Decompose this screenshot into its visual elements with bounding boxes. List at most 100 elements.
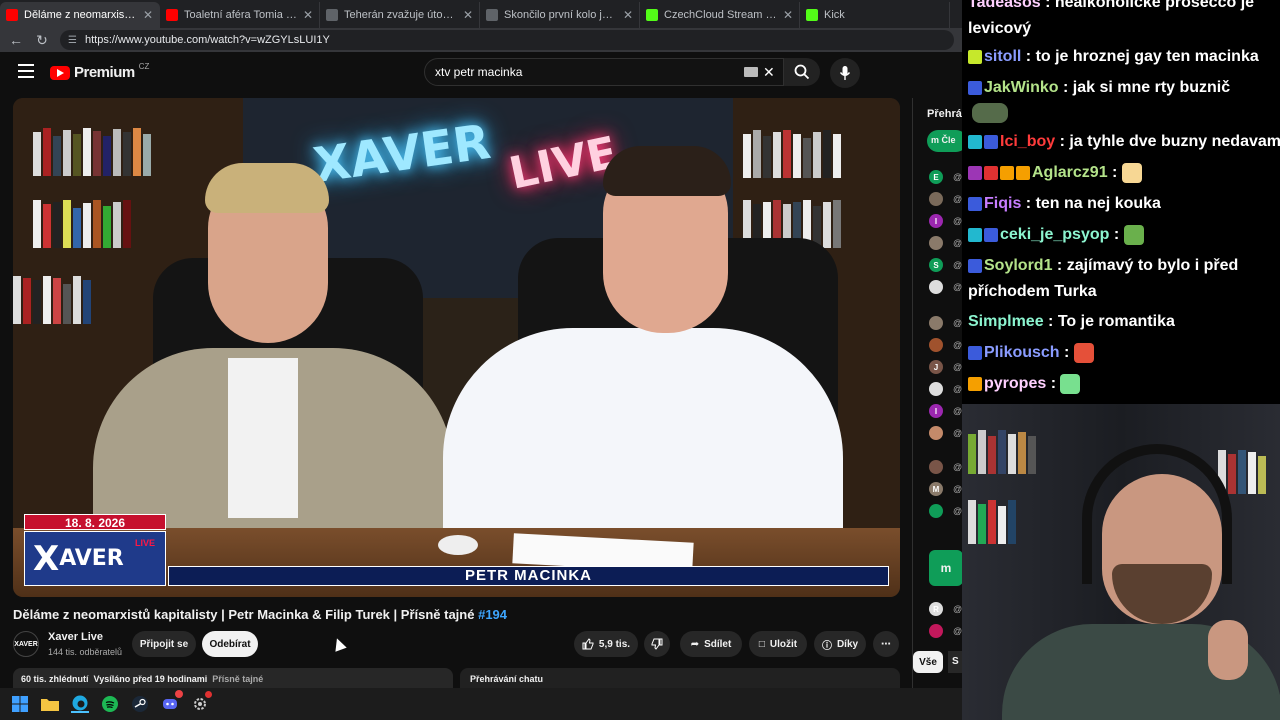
chat-mention-symbol: @: [953, 362, 962, 372]
close-tab-icon[interactable]: ✕: [783, 8, 793, 22]
chat-mention-symbol: @: [953, 282, 962, 292]
chat-user-avatar[interactable]: [929, 236, 943, 250]
description-box[interactable]: 60 tis. zhlédnutí Vysíláno před 19 hodin…: [13, 668, 453, 688]
browser-tab[interactable]: Kick: [800, 2, 950, 28]
reload-icon[interactable]: ↻: [34, 32, 50, 49]
clear-search-icon[interactable]: ✕: [763, 64, 775, 81]
subscribe-button[interactable]: Odebírat: [202, 631, 258, 657]
site-info-icon[interactable]: ☰: [68, 35, 77, 46]
thumbs-down-icon: [651, 638, 663, 650]
chat-user-avatar[interactable]: [929, 316, 943, 330]
chat-user-avatar[interactable]: [929, 624, 943, 638]
chat-username[interactable]: Tadeasos: [968, 0, 1041, 11]
chat-separator: :: [1052, 257, 1067, 274]
filter-all-chip[interactable]: Vše: [913, 651, 943, 673]
filter-chip[interactable]: S: [948, 651, 962, 673]
membership-card[interactable]: m: [929, 550, 962, 586]
chat-mention-symbol: @: [953, 506, 962, 516]
chat-user-avatar[interactable]: R: [929, 602, 943, 616]
region-code: CZ: [138, 62, 150, 71]
chat-username[interactable]: Fiqis: [984, 195, 1021, 212]
browser-tab[interactable]: Teherán zvažuje útoky na vojensk ✕: [320, 2, 480, 28]
chat-username[interactable]: sitoll: [984, 48, 1021, 65]
tab-title: Kick: [824, 9, 845, 21]
chat-user-avatar[interactable]: [929, 426, 943, 440]
close-tab-icon[interactable]: ✕: [303, 8, 313, 22]
more-actions-button[interactable]: ⋯: [873, 631, 899, 657]
browser-tab[interactable]: Děláme z neomarxistů kapitali ✕: [0, 2, 160, 28]
keyboard-icon[interactable]: [744, 67, 758, 77]
chat-username[interactable]: ceki_je_psyop: [1000, 226, 1109, 243]
chat-username[interactable]: Ici_boy: [1000, 133, 1055, 150]
chat-separator: :: [1040, 0, 1055, 11]
members-chip[interactable]: m Čle: [927, 130, 962, 152]
chat-user-avatar[interactable]: J: [929, 360, 943, 374]
video-title-hashtag[interactable]: #194: [478, 607, 507, 622]
chat-user-avatar[interactable]: [929, 192, 943, 206]
video-player[interactable]: XAVER LIVE 18. 8. 2026 X AVER LIVE PETR …: [13, 98, 900, 597]
browser-tab[interactable]: Skončilo první kolo jednání minist ✕: [480, 2, 640, 28]
chat-user-avatar[interactable]: [929, 338, 943, 352]
chat-message: Aglarcz91 :: [968, 160, 1142, 186]
chat-username[interactable]: pyropes: [984, 375, 1046, 392]
chat-emote-icon: [1060, 373, 1081, 394]
chat-user-avatar[interactable]: I: [929, 214, 943, 228]
chat-user-avatar[interactable]: I: [929, 404, 943, 418]
chat-user-avatar[interactable]: [929, 280, 943, 294]
chat-mention-symbol: @: [953, 194, 962, 204]
voice-search-button[interactable]: [830, 58, 860, 88]
spotify-icon[interactable]: [101, 695, 119, 713]
settings-gear-icon[interactable]: [191, 691, 212, 713]
guest-left-hair: [205, 163, 329, 213]
chat-user-avatar[interactable]: [929, 460, 943, 474]
discord-icon[interactable]: [161, 690, 183, 713]
chat-user-avatar[interactable]: E: [929, 170, 943, 184]
chat-username[interactable]: Plikousch: [984, 344, 1060, 361]
windows-start-icon[interactable]: [11, 695, 29, 713]
edge-browser-icon[interactable]: [71, 695, 89, 713]
dislike-button[interactable]: [644, 631, 670, 657]
steam-icon[interactable]: [131, 695, 149, 713]
chat-replay-header[interactable]: Přehrávání chatu: [460, 668, 900, 688]
chat-text: ja tyhle dve buzny nedavam: [1069, 133, 1280, 150]
chat-username[interactable]: Aglarcz91: [1032, 164, 1108, 181]
search-input[interactable]: xtv petr macinka: [424, 58, 784, 86]
thumbs-up-icon: [582, 638, 594, 650]
chat-user-avatar[interactable]: [929, 504, 943, 518]
chat-badge-icon: [984, 165, 998, 180]
chat-username[interactable]: Simplmee: [968, 313, 1044, 330]
thanks-button[interactable]: ⓘ Díky: [814, 631, 866, 657]
like-button[interactable]: 5,9 tis.: [574, 631, 638, 657]
chat-user-avatar[interactable]: S: [929, 258, 943, 272]
logo-x: X: [33, 538, 60, 579]
save-button[interactable]: □ Uložit: [749, 631, 807, 657]
chat-mention-symbol: @: [953, 406, 962, 416]
description-tag[interactable]: Přísně tajné: [212, 674, 263, 684]
chat-username[interactable]: JakWinko: [984, 79, 1059, 96]
share-button[interactable]: ➦ Sdílet: [680, 631, 742, 657]
share-label: Sdílet: [704, 638, 732, 650]
close-tab-icon[interactable]: ✕: [463, 8, 473, 22]
thanks-icon: ⓘ: [821, 640, 832, 652]
hamburger-menu-icon[interactable]: [18, 64, 34, 78]
tab-favicon-icon: [6, 9, 18, 21]
join-button[interactable]: Připojit se: [132, 631, 196, 657]
browser-tab[interactable]: CzechCloud Stream - Watch Live o ✕: [640, 2, 800, 28]
chat-user-avatar[interactable]: [929, 382, 943, 396]
members-label: Čle: [941, 135, 956, 145]
chat-mention-symbol: @: [953, 340, 962, 350]
channel-avatar[interactable]: XAVER: [13, 631, 39, 657]
file-explorer-icon[interactable]: [41, 695, 59, 713]
browser-tab[interactable]: Toaletní aféra Tomia Okamury, Co ✕: [160, 2, 320, 28]
search-button[interactable]: [784, 58, 820, 86]
back-arrow-icon[interactable]: ←: [8, 32, 24, 48]
thanks-label: Díky: [836, 638, 859, 650]
address-bar[interactable]: ☰ https://www.youtube.com/watch?v=wZGYLs…: [60, 30, 954, 50]
close-tab-icon[interactable]: ✕: [623, 8, 633, 22]
youtube-logo[interactable]: Premium CZ: [50, 62, 150, 81]
channel-name[interactable]: Xaver Live: [48, 631, 103, 643]
close-tab-icon[interactable]: ✕: [143, 8, 153, 22]
webcam-bookshelf-left-2: [968, 494, 1016, 544]
chat-user-avatar[interactable]: M: [929, 482, 943, 496]
chat-username[interactable]: Soylord1: [984, 257, 1052, 274]
